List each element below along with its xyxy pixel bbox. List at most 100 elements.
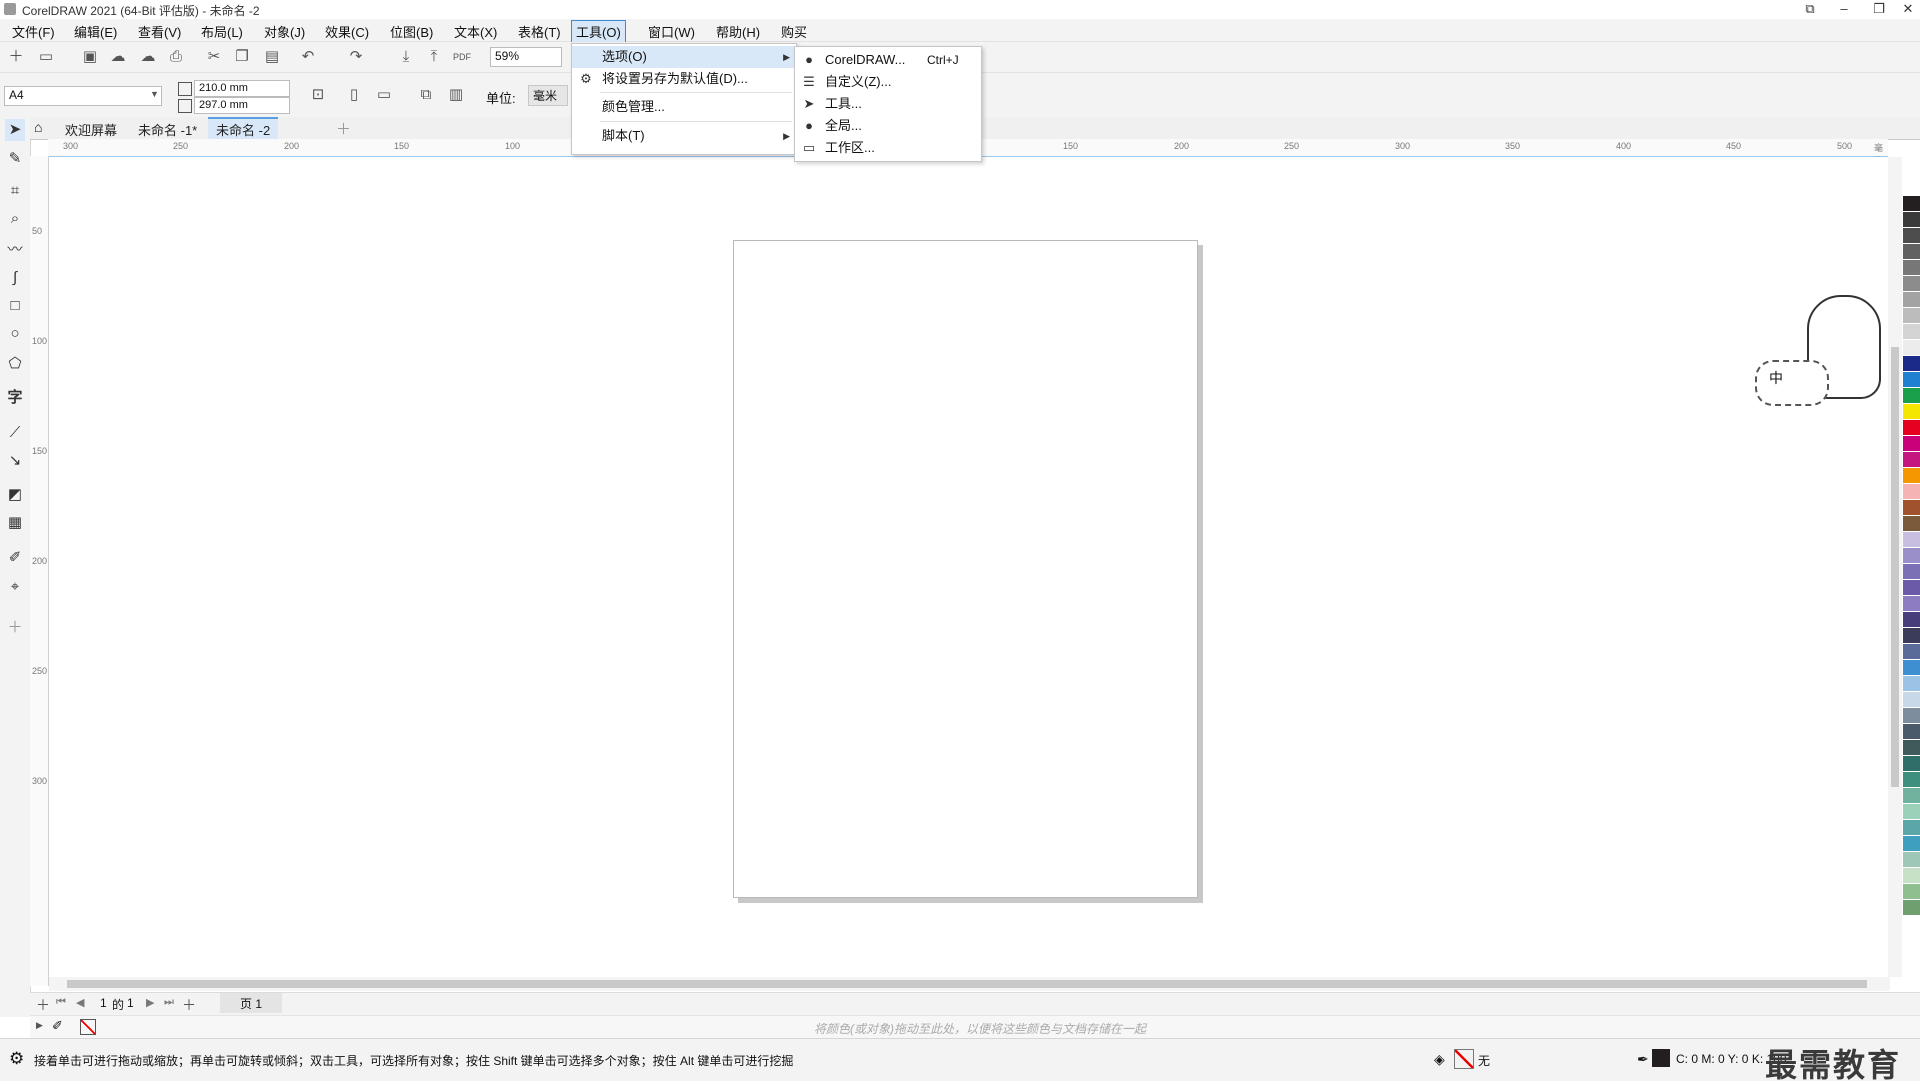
page-width-field[interactable]: 210.0 mm	[194, 80, 290, 97]
export-icon[interactable]: ⤒	[424, 47, 444, 67]
cloud-download-icon[interactable]: ☁	[108, 47, 128, 67]
menu-item-save-defaults[interactable]: ⚙ 将设置另存为默认值(D)...	[572, 68, 796, 90]
next-page-icon[interactable]: ▶	[146, 996, 154, 1009]
color-swatch[interactable]	[1903, 276, 1920, 292]
all-pages-icon[interactable]: ⧉	[416, 85, 436, 105]
maximize-button[interactable]: ❐	[1865, 0, 1893, 18]
tab-untitled-1[interactable]: 未命名 -1*	[130, 119, 205, 140]
landscape-icon[interactable]: ▭	[374, 85, 394, 105]
color-swatch[interactable]	[1903, 436, 1920, 452]
color-swatch[interactable]	[1903, 836, 1920, 852]
horizontal-scrollbar[interactable]	[49, 977, 1890, 991]
color-swatch[interactable]	[1903, 740, 1920, 756]
color-swatch[interactable]	[1903, 260, 1920, 276]
menu-item-color-management[interactable]: 颜色管理...	[572, 96, 796, 118]
color-swatch[interactable]	[1903, 804, 1920, 820]
menu-view[interactable]: 查看(V)	[136, 22, 183, 41]
settings-gear-icon[interactable]: ⚙	[9, 1049, 24, 1069]
color-swatch[interactable]	[1903, 884, 1920, 900]
expand-arrow-icon[interactable]: ▶	[36, 1020, 43, 1031]
zoom-tool-icon[interactable]: ⌕	[5, 208, 25, 230]
vertical-ruler[interactable]: 50 100 150 200 250 300	[30, 156, 49, 986]
color-swatch[interactable]	[1903, 484, 1920, 500]
color-swatch[interactable]	[1903, 212, 1920, 228]
menu-bitmap[interactable]: 位图(B)	[388, 22, 435, 41]
import-icon[interactable]: ⤓	[396, 47, 416, 67]
color-swatch[interactable]	[1903, 772, 1920, 788]
menu-help[interactable]: 帮助(H)	[714, 22, 762, 41]
color-swatch[interactable]	[1903, 628, 1920, 644]
color-swatch[interactable]	[1903, 340, 1920, 356]
cloud-upload-icon[interactable]: ☁	[138, 47, 158, 67]
minimize-button[interactable]: ‒	[1830, 0, 1858, 18]
menu-tools[interactable]: 工具(O)	[571, 20, 626, 43]
interactive-fill-icon[interactable]: ⌖	[5, 576, 25, 598]
menu-buy[interactable]: 购买	[779, 22, 809, 41]
color-swatch[interactable]	[1903, 708, 1920, 724]
submenu-item-customize[interactable]: ☰ 自定义(Z)...	[795, 71, 981, 93]
color-swatch[interactable]	[1903, 612, 1920, 628]
connector-tool-icon[interactable]: ↘	[5, 450, 25, 472]
ellipse-tool-icon[interactable]: ○	[5, 323, 25, 345]
scroll-thumb[interactable]	[1891, 347, 1899, 787]
pick-tool-icon[interactable]: ➤	[5, 119, 25, 141]
page-tab[interactable]: 页 1	[220, 993, 283, 1013]
color-swatch[interactable]	[1903, 356, 1920, 372]
color-swatch[interactable]	[1903, 660, 1920, 676]
menu-item-scripts[interactable]: 脚本(T) ▶	[572, 125, 796, 147]
shape-tool-icon[interactable]: ✎	[5, 148, 25, 170]
color-swatch[interactable]	[1903, 372, 1920, 388]
text-tool-icon[interactable]: 字	[5, 387, 25, 409]
color-swatch[interactable]	[1903, 468, 1920, 484]
rectangle-tool-icon[interactable]: □	[5, 295, 25, 317]
no-color-swatch[interactable]	[80, 1019, 96, 1035]
eyedropper-icon[interactable]: ✐	[5, 547, 25, 569]
outline-color-swatch[interactable]	[1652, 1049, 1670, 1067]
color-swatch[interactable]	[1903, 180, 1920, 196]
color-swatch[interactable]	[1903, 516, 1920, 532]
undo-icon[interactable]: ↶	[298, 47, 318, 67]
cut-icon[interactable]: ✂	[204, 47, 224, 67]
color-swatch[interactable]	[1903, 820, 1920, 836]
color-swatch[interactable]	[1903, 388, 1920, 404]
portrait-icon[interactable]: ▯	[344, 85, 364, 105]
scroll-thumb[interactable]	[67, 980, 1867, 988]
transparency-icon[interactable]: ▦	[5, 512, 25, 534]
close-button[interactable]: ✕	[1894, 0, 1920, 18]
vertical-scrollbar[interactable]	[1888, 157, 1902, 977]
current-page-icon[interactable]: ▥	[446, 85, 466, 105]
redo-icon[interactable]: ↷	[346, 47, 366, 67]
paste-icon[interactable]: ▤	[262, 47, 282, 67]
prev-page-icon[interactable]: ◀	[76, 996, 84, 1009]
polygon-tool-icon[interactable]: ⬠	[5, 353, 25, 375]
page-layout-icon[interactable]: ⊡	[308, 85, 328, 105]
color-swatch[interactable]	[1903, 596, 1920, 612]
color-swatch[interactable]	[1903, 452, 1920, 468]
color-swatch[interactable]	[1903, 692, 1920, 708]
page-size-select[interactable]: A4	[4, 86, 162, 106]
color-swatch[interactable]	[1903, 404, 1920, 420]
submenu-item-global[interactable]: ● 全局...	[795, 115, 981, 137]
submenu-item-tools[interactable]: ➤ 工具...	[795, 93, 981, 115]
parallel-dimension-icon[interactable]: ⟋	[5, 422, 25, 444]
add-page-before-icon[interactable]: ＋	[36, 995, 50, 1015]
document-page[interactable]	[733, 240, 1198, 898]
freehand-tool-icon[interactable]: 〰	[5, 239, 25, 261]
add-tool-icon[interactable]: ＋	[5, 617, 25, 639]
menu-item-options[interactable]: 选项(O) ▶	[572, 46, 796, 68]
color-swatch[interactable]	[1903, 324, 1920, 340]
unit-select[interactable]: 毫米	[528, 85, 568, 106]
artistic-media-icon[interactable]: ∫	[5, 267, 25, 289]
color-swatch[interactable]	[1903, 900, 1920, 916]
page-height-field[interactable]: 297.0 mm	[194, 97, 290, 114]
submenu-item-workspace[interactable]: ▭ 工作区...	[795, 137, 981, 159]
tab-untitled-2[interactable]: 未命名 -2	[208, 117, 279, 140]
restore-app-icon[interactable]: ⧉	[1796, 0, 1824, 18]
color-swatch[interactable]	[1903, 788, 1920, 804]
fill-none-swatch[interactable]	[1454, 1049, 1474, 1069]
color-swatch[interactable]	[1903, 532, 1920, 548]
submenu-item-coreldraw[interactable]: ● CorelDRAW... Ctrl+J	[795, 49, 981, 71]
menu-edit[interactable]: 编辑(E)	[72, 22, 119, 41]
color-swatch[interactable]	[1903, 644, 1920, 660]
ime-bubble[interactable]: 中	[1755, 360, 1829, 406]
